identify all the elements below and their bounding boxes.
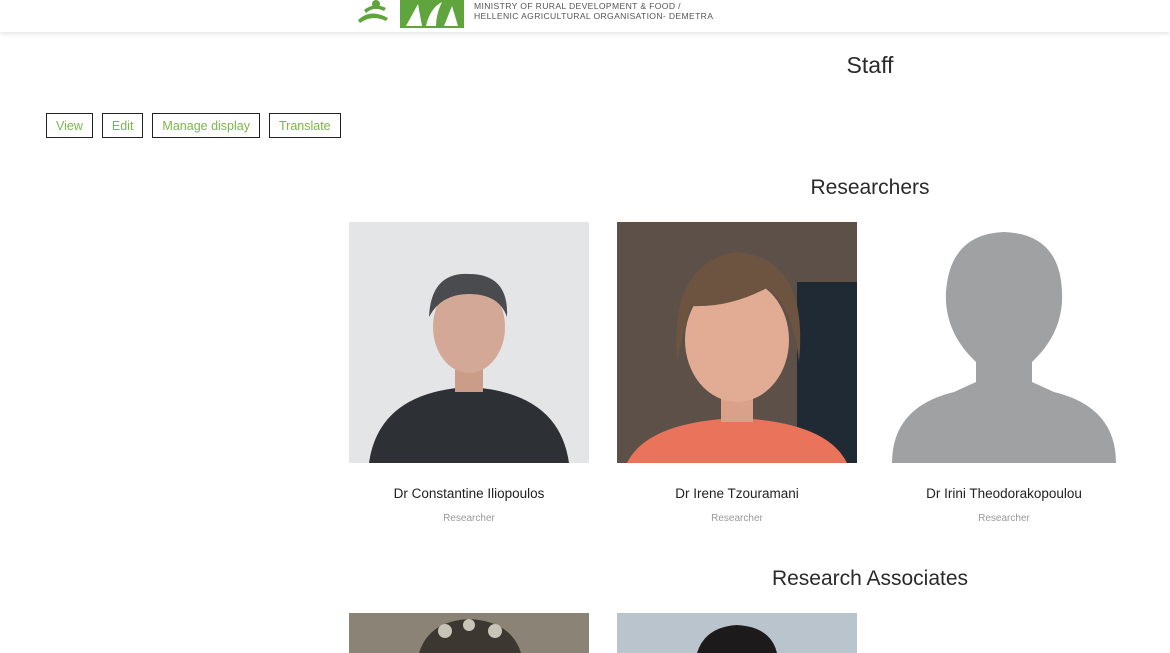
person-card[interactable]: Dr Irene Tzouramani Researcher <box>617 222 857 524</box>
person-photo[interactable] <box>349 222 589 463</box>
section-title-researchers: Researchers <box>810 176 930 199</box>
person-photo[interactable] <box>617 613 857 653</box>
person-role: Researcher <box>443 513 495 524</box>
person-name[interactable]: Dr Irini Theodorakopoulou <box>884 486 1124 501</box>
site-header: MINISTRY OF RURAL DEVELOPMENT & FOOD / H… <box>0 0 1170 32</box>
ministry-line-2: HELLENIC AGRICULTURAL ORGANISATION- DEME… <box>474 11 714 21</box>
person-role: Researcher <box>978 513 1030 524</box>
person-card[interactable]: Dr Constantine Iliopoulos Researcher <box>349 222 589 524</box>
page-title: Staff <box>846 52 894 78</box>
tab-edit[interactable]: Edit <box>101 113 144 138</box>
person-photo[interactable] <box>617 222 857 463</box>
ministry-line-1: MINISTRY OF RURAL DEVELOPMENT & FOOD / <box>474 1 681 11</box>
person-card[interactable]: Dr Irini Theodorakopoulou Researcher <box>884 222 1124 524</box>
tab-view[interactable]: View <box>46 113 93 138</box>
ministry-name: MINISTRY OF RURAL DEVELOPMENT & FOOD / H… <box>474 1 713 21</box>
avatar-placeholder-icon[interactable] <box>884 222 1124 463</box>
person-name[interactable]: Dr Irene Tzouramani <box>617 486 857 501</box>
person-photo[interactable] <box>349 613 589 653</box>
logo-icon[interactable] <box>356 0 466 28</box>
person-role: Researcher <box>711 513 763 524</box>
tab-manage-display[interactable]: Manage display <box>152 113 260 138</box>
person-name[interactable]: Dr Constantine Iliopoulos <box>349 486 589 501</box>
admin-tabs: View Edit Manage display Translate <box>46 113 350 138</box>
section-title-research-associates: Research Associates <box>771 567 969 590</box>
tab-translate[interactable]: Translate <box>268 113 341 138</box>
